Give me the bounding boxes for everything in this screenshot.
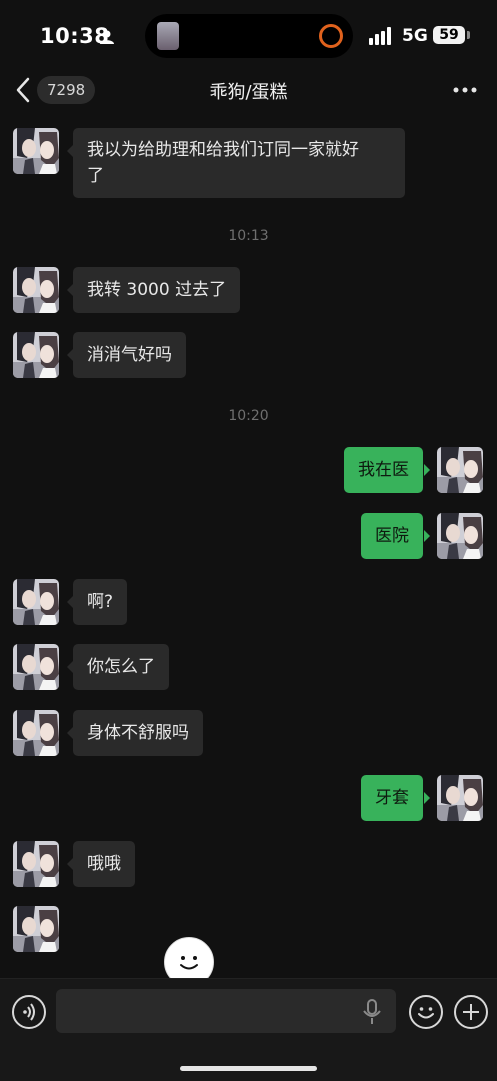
chat-title: 乖狗/蛋糕: [209, 82, 288, 103]
message-bubble-incoming[interactable]: 我以为给助理和给我们订同一家就好 了: [73, 128, 405, 198]
status-time: 10:38: [40, 24, 110, 48]
contact-avatar[interactable]: [13, 579, 59, 625]
timestamp: 10:13: [228, 228, 269, 244]
message-text: 医院: [375, 526, 409, 546]
my-avatar[interactable]: [437, 513, 483, 559]
bubble-tail: [424, 464, 430, 476]
plus-button[interactable]: [454, 995, 488, 1029]
plus-icon: [463, 1004, 479, 1020]
contact-avatar[interactable]: [13, 128, 59, 174]
message-text: 啊?: [87, 592, 114, 612]
message-text: 你怎么了: [87, 657, 155, 677]
voice-icon: [23, 1003, 35, 1021]
timestamp: 10:20: [228, 408, 269, 424]
message-input[interactable]: [56, 989, 396, 1033]
contact-avatar[interactable]: [13, 710, 59, 756]
emoji-icon: [418, 1007, 434, 1019]
chat-header: 7298 乖狗/蛋糕: [0, 70, 497, 110]
message-text: 哦哦: [87, 854, 121, 874]
my-avatar[interactable]: [437, 447, 483, 493]
message-text: 牙套: [375, 788, 409, 808]
message-text: 我以为给助理和给我们订同一家就好: [87, 140, 359, 160]
message-bubble-outgoing[interactable]: 我在医: [344, 447, 423, 493]
person-icon: [100, 30, 114, 44]
battery-level: 59: [433, 26, 465, 44]
home-indicator[interactable]: [180, 1066, 317, 1071]
contact-avatar[interactable]: [13, 644, 59, 690]
message-text: 消消气好吗: [87, 345, 172, 365]
emoji-button[interactable]: [409, 995, 443, 1029]
bubble-tail: [424, 530, 430, 542]
message-text: 身体不舒服吗: [87, 723, 189, 743]
activity-ring-icon: [319, 24, 343, 48]
mic-icon[interactable]: [362, 999, 382, 1025]
network-type: 5G: [402, 26, 428, 46]
message-bubble-incoming[interactable]: 啊?: [73, 579, 128, 625]
message-bubble-incoming[interactable]: 哦哦: [73, 841, 135, 887]
dynamic-island[interactable]: [145, 14, 353, 58]
contact-avatar[interactable]: [13, 906, 59, 952]
voice-button[interactable]: [12, 995, 46, 1029]
message-text: 了: [87, 166, 104, 186]
signal-icon: [369, 27, 391, 45]
contact-avatar[interactable]: [13, 332, 59, 378]
battery-tip: [467, 31, 470, 39]
bubble-tail: [424, 792, 430, 804]
more-dots-icon[interactable]: [450, 78, 480, 102]
message-bubble-incoming[interactable]: 消消气好吗: [73, 332, 186, 378]
message-bubble-incoming[interactable]: 身体不舒服吗: [73, 710, 203, 756]
my-avatar[interactable]: [437, 775, 483, 821]
message-bubble-outgoing[interactable]: 牙套: [361, 775, 423, 821]
message-text: 我在医: [358, 460, 409, 480]
now-playing-artwork: [157, 22, 179, 50]
message-bubble-incoming[interactable]: 你怎么了: [73, 644, 169, 690]
contact-avatar[interactable]: [13, 841, 59, 887]
status-bar: 10:38 5G 59: [0, 0, 497, 70]
message-bubble-outgoing[interactable]: 医院: [361, 513, 423, 559]
message-bubble-incoming[interactable]: 我转 3000 过去了: [73, 267, 241, 313]
message-text: 我转 3000 过去了: [87, 280, 227, 300]
contact-avatar[interactable]: [13, 267, 59, 313]
